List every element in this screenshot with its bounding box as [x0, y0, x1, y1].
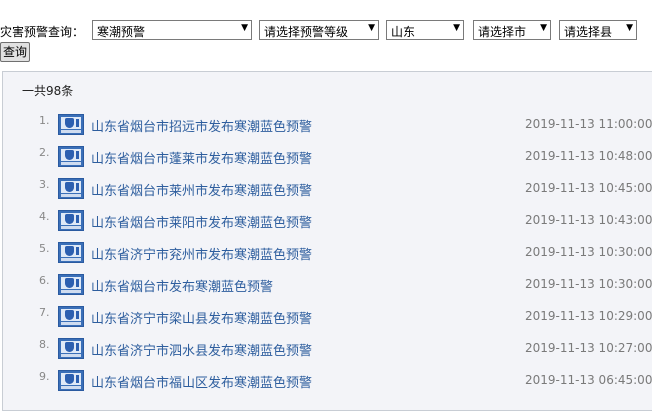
- item-number: 9.: [39, 370, 50, 383]
- publish-time: 2019-11-13 10:27:00: [525, 341, 652, 355]
- province-value: 山东: [391, 25, 416, 39]
- chevron-down-icon: ▼: [368, 23, 375, 33]
- warning-title-link[interactable]: 山东省烟台市莱阳市发布寒潮蓝色预警: [91, 212, 312, 231]
- list-item: 3. 山东省烟台市莱州市发布寒潮蓝色预警 2019-11-13 10:45:00: [3, 176, 652, 200]
- warning-title-link[interactable]: 山东省烟台市福山区发布寒潮蓝色预警: [91, 372, 312, 391]
- item-number: 8.: [39, 338, 50, 351]
- warning-level-select[interactable]: 请选择预警等级 ▼: [259, 20, 379, 40]
- list-item: 4. 山东省烟台市莱阳市发布寒潮蓝色预警 2019-11-13 10:43:00: [3, 208, 652, 232]
- item-number: 3.: [39, 178, 50, 191]
- cold-wave-warning-icon: [58, 370, 84, 391]
- publish-time: 2019-11-13 10:29:00: [525, 309, 652, 323]
- publish-time: 2019-11-13 10:30:00: [525, 277, 652, 291]
- warning-title-link[interactable]: 山东省烟台市招远市发布寒潮蓝色预警: [91, 116, 312, 135]
- province-select[interactable]: 山东 ▼: [386, 20, 464, 40]
- cold-wave-warning-icon: [58, 146, 84, 167]
- item-number: 2.: [39, 146, 50, 159]
- warning-title-link[interactable]: 山东省济宁市兖州市发布寒潮蓝色预警: [91, 244, 312, 263]
- list-item: 9. 山东省烟台市福山区发布寒潮蓝色预警 2019-11-13 06:45:00: [3, 368, 652, 392]
- county-value: 请选择县: [564, 25, 613, 39]
- cold-wave-warning-icon: [58, 242, 84, 263]
- cold-wave-warning-icon: [58, 306, 84, 327]
- publish-time: 2019-11-13 10:30:00: [525, 245, 652, 259]
- warning-title-link[interactable]: 山东省烟台市莱州市发布寒潮蓝色预警: [91, 180, 312, 199]
- publish-time: 2019-11-13 11:00:00: [525, 117, 652, 131]
- item-number: 6.: [39, 274, 50, 287]
- cold-wave-warning-icon: [58, 114, 84, 135]
- chevron-down-icon: ▼: [540, 23, 547, 33]
- list-item: 5. 山东省济宁市兖州市发布寒潮蓝色预警 2019-11-13 10:30:00: [3, 240, 652, 264]
- item-number: 4.: [39, 210, 50, 223]
- cold-wave-warning-icon: [58, 338, 84, 359]
- list-item: 1. 山东省烟台市招远市发布寒潮蓝色预警 2019-11-13 11:00:00: [3, 112, 652, 136]
- county-select[interactable]: 请选择县 ▼: [559, 20, 637, 40]
- chevron-down-icon: ▼: [453, 23, 460, 33]
- warning-type-select[interactable]: 寒潮预警 ▼: [92, 20, 252, 40]
- warning-title-link[interactable]: 山东省烟台市蓬莱市发布寒潮蓝色预警: [91, 148, 312, 167]
- list-item: 6. 山东省烟台市发布寒潮蓝色预警 2019-11-13 10:30:00: [3, 272, 652, 296]
- city-select[interactable]: 请选择市 ▼: [473, 20, 551, 40]
- chevron-down-icon: ▼: [626, 23, 633, 33]
- warning-type-value: 寒潮预警: [97, 25, 146, 39]
- publish-time: 2019-11-13 06:45:00: [525, 373, 652, 387]
- warning-title-link[interactable]: 山东省济宁市泗水县发布寒潮蓝色预警: [91, 340, 312, 359]
- warning-title-link[interactable]: 山东省烟台市发布寒潮蓝色预警: [91, 276, 273, 295]
- list-item: 8. 山东省济宁市泗水县发布寒潮蓝色预警 2019-11-13 10:27:00: [3, 336, 652, 360]
- filter-bar: 灾害预警查询： 寒潮预警 ▼ 请选择预警等级 ▼ 山东 ▼ 请选择市 ▼ 请选择…: [0, 20, 652, 42]
- chevron-down-icon: ▼: [241, 23, 248, 33]
- list-item: 2. 山东省烟台市蓬莱市发布寒潮蓝色预警 2019-11-13 10:48:00: [3, 144, 652, 168]
- cold-wave-warning-icon: [58, 210, 84, 231]
- query-button[interactable]: 查询: [0, 42, 30, 62]
- cold-wave-warning-icon: [58, 274, 84, 295]
- publish-time: 2019-11-13 10:43:00: [525, 213, 652, 227]
- cold-wave-warning-icon: [58, 178, 84, 199]
- publish-time: 2019-11-13 10:45:00: [525, 181, 652, 195]
- item-number: 5.: [39, 242, 50, 255]
- result-count: 一共98条: [22, 84, 74, 98]
- warning-title-link[interactable]: 山东省济宁市梁山县发布寒潮蓝色预警: [91, 308, 312, 327]
- publish-time: 2019-11-13 10:48:00: [525, 149, 652, 163]
- filter-label: 灾害预警查询：: [0, 25, 85, 39]
- item-number: 1.: [39, 114, 50, 127]
- warning-level-value: 请选择预警等级: [264, 25, 349, 39]
- city-value: 请选择市: [478, 25, 527, 39]
- item-number: 7.: [39, 306, 50, 319]
- list-item: 7. 山东省济宁市梁山县发布寒潮蓝色预警 2019-11-13 10:29:00: [3, 304, 652, 328]
- result-panel: 一共98条 1. 山东省烟台市招远市发布寒潮蓝色预警 2019-11-13 11:0…: [2, 71, 652, 411]
